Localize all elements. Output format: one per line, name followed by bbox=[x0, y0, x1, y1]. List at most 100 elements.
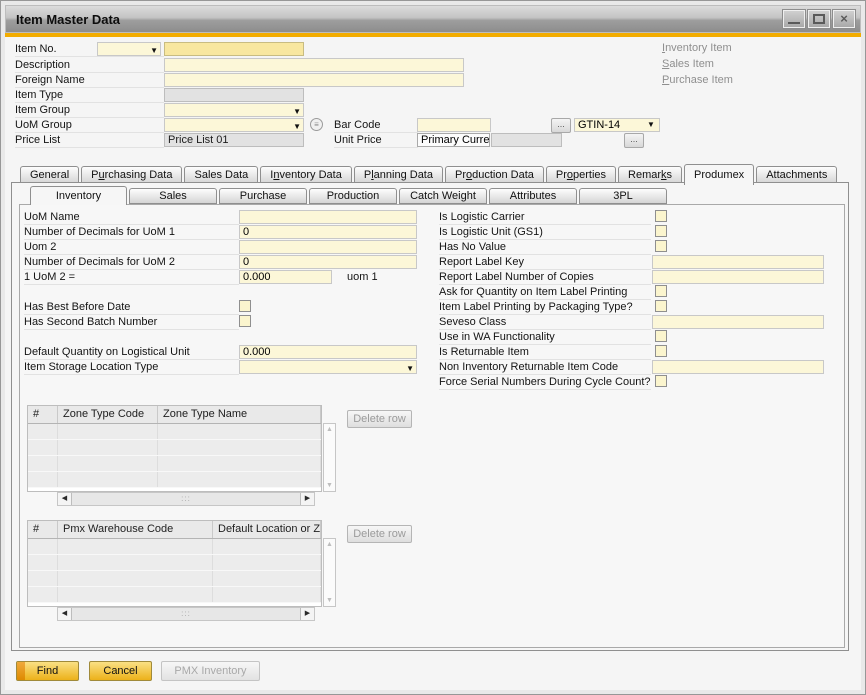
scrollbar-thumb[interactable]: ::: bbox=[71, 493, 301, 505]
scroll-left-icon[interactable]: ◀ bbox=[58, 493, 71, 505]
uom-name-input[interactable] bbox=[239, 210, 417, 224]
column-header-number[interactable]: # bbox=[28, 521, 58, 538]
use-in-wa-functionality-label: Use in WA Functionality bbox=[439, 330, 651, 345]
is-logistic-unit-gs1-checkbox[interactable] bbox=[655, 225, 667, 237]
label-printing-packaging-type-checkbox[interactable] bbox=[655, 300, 667, 312]
item-storage-location-type-label: Item Storage Location Type bbox=[24, 360, 239, 375]
table-row[interactable] bbox=[28, 587, 321, 603]
bar-code-browse-button[interactable]: ... bbox=[551, 118, 571, 133]
description-input[interactable] bbox=[164, 58, 464, 72]
one-uom2-label: 1 UoM 2 = bbox=[24, 270, 239, 285]
table-row[interactable] bbox=[28, 571, 321, 587]
item-no-input[interactable] bbox=[164, 42, 304, 56]
seveso-class-label: Seveso Class bbox=[439, 315, 651, 330]
subtab-production[interactable]: Production bbox=[309, 188, 397, 204]
report-label-copies-input[interactable] bbox=[652, 270, 824, 284]
pmx-table-delete-row-button[interactable]: Delete row bbox=[347, 525, 412, 543]
scroll-down-icon[interactable]: ▼ bbox=[324, 597, 335, 604]
table-row[interactable] bbox=[28, 456, 321, 472]
item-storage-location-type-select[interactable]: ▼ bbox=[239, 360, 417, 374]
column-header-number[interactable]: # bbox=[28, 406, 58, 423]
window-controls: × bbox=[783, 10, 855, 28]
scroll-up-icon[interactable]: ▲ bbox=[324, 426, 335, 433]
default-qty-logistical-unit-input[interactable]: 0.000 bbox=[239, 345, 417, 359]
price-list-field: Price List 01 bbox=[164, 133, 304, 147]
zone-table-vertical-scrollbar[interactable]: ▲ ▼ bbox=[323, 423, 336, 492]
scroll-up-icon[interactable]: ▲ bbox=[324, 541, 335, 548]
barcode-type-select[interactable]: GTIN-14 bbox=[574, 118, 660, 132]
decimals-uom2-label: Number of Decimals for UoM 2 bbox=[24, 255, 239, 270]
column-header-zone-type-name[interactable]: Zone Type Name bbox=[158, 406, 321, 423]
table-row[interactable] bbox=[28, 440, 321, 456]
uom1-suffix-label: uom 1 bbox=[347, 271, 378, 283]
has-no-value-checkbox[interactable] bbox=[655, 240, 667, 252]
find-button[interactable]: Find bbox=[16, 661, 79, 681]
inventory-item-flag-label: Inventory Item bbox=[662, 42, 732, 54]
one-uom2-input[interactable]: 0.000 bbox=[239, 270, 332, 284]
item-group-select[interactable]: ▼ bbox=[164, 103, 304, 117]
close-button[interactable]: × bbox=[833, 10, 855, 28]
ask-qty-label-printing-label: Ask for Quantity on Item Label Printing bbox=[439, 285, 651, 300]
zone-table-horizontal-scrollbar[interactable]: ◀ ::: ▶ bbox=[57, 492, 315, 506]
scroll-down-icon[interactable]: ▼ bbox=[324, 482, 335, 489]
foreign-name-input[interactable] bbox=[164, 73, 464, 87]
column-header-zone-type-code[interactable]: Zone Type Code bbox=[58, 406, 158, 423]
subtab-catch-weight[interactable]: Catch Weight bbox=[399, 188, 487, 204]
has-second-batch-checkbox[interactable] bbox=[239, 315, 251, 327]
pmx-table-horizontal-scrollbar[interactable]: ◀ ::: ▶ bbox=[57, 607, 315, 621]
subtab-sales[interactable]: Sales bbox=[129, 188, 217, 204]
non-inventory-returnable-code-input[interactable] bbox=[652, 360, 824, 374]
seveso-class-input[interactable] bbox=[652, 315, 824, 329]
bar-code-input[interactable] bbox=[417, 118, 491, 132]
subtab-3pl[interactable]: 3PL bbox=[579, 188, 667, 204]
has-no-value-label: Has No Value bbox=[439, 240, 651, 255]
table-row[interactable] bbox=[28, 472, 321, 488]
client-area: Item No. Description Foreign Name Item T… bbox=[5, 37, 861, 690]
table-row[interactable] bbox=[28, 555, 321, 571]
use-in-wa-functionality-checkbox[interactable] bbox=[655, 330, 667, 342]
is-returnable-item-checkbox[interactable] bbox=[655, 345, 667, 357]
scroll-left-icon[interactable]: ◀ bbox=[58, 608, 71, 620]
is-logistic-carrier-checkbox[interactable] bbox=[655, 210, 667, 222]
scroll-right-icon[interactable]: ▶ bbox=[301, 608, 314, 620]
scrollbar-thumb[interactable]: ::: bbox=[71, 608, 301, 620]
subtab-purchase[interactable]: Purchase bbox=[219, 188, 307, 204]
has-best-before-date-checkbox[interactable] bbox=[239, 300, 251, 312]
titlebar[interactable]: Item Master Data × bbox=[5, 5, 861, 33]
chevron-down-icon: ▼ bbox=[406, 363, 414, 374]
decimals-uom1-input[interactable]: 0 bbox=[239, 225, 417, 239]
uom-group-detail-icon[interactable]: ≡ bbox=[310, 118, 323, 131]
is-logistic-unit-gs1-label: Is Logistic Unit (GS1) bbox=[439, 225, 651, 240]
pmx-table-vertical-scrollbar[interactable]: ▲ ▼ bbox=[323, 538, 336, 607]
column-header-pmx-warehouse-code[interactable]: Pmx Warehouse Code bbox=[58, 521, 213, 538]
pmx-inventory-button[interactable]: PMX Inventory bbox=[161, 661, 260, 681]
cancel-button[interactable]: Cancel bbox=[89, 661, 152, 681]
ask-qty-label-printing-checkbox[interactable] bbox=[655, 285, 667, 297]
force-serial-numbers-checkbox[interactable] bbox=[655, 375, 667, 387]
force-serial-numbers-label: Force Serial Numbers During Cycle Count? bbox=[439, 375, 651, 390]
maximize-button[interactable] bbox=[808, 10, 830, 28]
zone-table-delete-row-button[interactable]: Delete row bbox=[347, 410, 412, 428]
chevron-down-icon: ▼ bbox=[150, 45, 158, 56]
inventory-sub-tab-panel: UoM Name Number of Decimals for UoM 1 0 … bbox=[19, 204, 845, 648]
pmx-warehouse-table: # Pmx Warehouse Code Default Location or… bbox=[27, 520, 322, 607]
tab-produmex[interactable]: Produmex bbox=[684, 164, 754, 185]
unit-price-currency-select[interactable]: Primary Currency bbox=[417, 133, 490, 147]
unit-price-field bbox=[491, 133, 562, 147]
minimize-icon bbox=[788, 22, 800, 24]
uom-group-select[interactable]: ▼ bbox=[164, 118, 304, 132]
non-inventory-returnable-code-label: Non Inventory Returnable Item Code bbox=[439, 360, 651, 375]
label-printing-packaging-type-label: Item Label Printing by Packaging Type? bbox=[439, 300, 651, 315]
subtab-inventory[interactable]: Inventory bbox=[30, 186, 127, 205]
minimize-button[interactable] bbox=[783, 10, 805, 28]
table-row[interactable] bbox=[28, 539, 321, 555]
scroll-right-icon[interactable]: ▶ bbox=[301, 493, 314, 505]
uom2-input[interactable] bbox=[239, 240, 417, 254]
table-row[interactable] bbox=[28, 424, 321, 440]
report-label-key-input[interactable] bbox=[652, 255, 824, 269]
column-header-default-location[interactable]: Default Location or Z... bbox=[213, 521, 321, 538]
unit-price-browse-button[interactable]: ... bbox=[624, 133, 644, 148]
decimals-uom2-input[interactable]: 0 bbox=[239, 255, 417, 269]
subtab-attributes[interactable]: Attributes bbox=[489, 188, 577, 204]
item-no-type-select[interactable]: ▼ bbox=[97, 42, 161, 56]
